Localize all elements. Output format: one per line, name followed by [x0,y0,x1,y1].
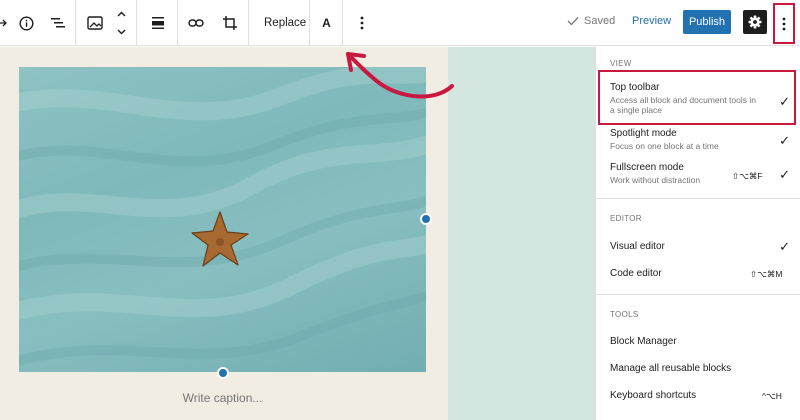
block-options-icon[interactable] [344,0,380,46]
menu-divider [596,294,800,295]
menu-item-manage-reusable-blocks[interactable]: Manage all reusable blocks [610,363,795,374]
menu-item-block-manager[interactable]: Block Manager [610,336,795,347]
link-crop-group [179,0,249,46]
saved-label: Saved [584,15,616,27]
align-group [138,0,178,46]
text-color-group: A [311,0,343,46]
block-switcher-group [77,0,137,46]
menu-item-label: Manage all reusable blocks [610,363,732,374]
replace-button[interactable]: Replace [250,0,320,46]
menu-item-label: Visual editor [610,241,665,252]
link-icon[interactable] [179,0,213,46]
saved-status: Saved [567,15,615,27]
vertical-ellipsis-icon [782,17,786,30]
list-view-icon[interactable] [44,0,72,46]
align-icon[interactable] [138,0,177,46]
settings-button[interactable] [743,10,767,34]
starfish-image-block[interactable] [19,67,426,372]
shortcut-label: ⇧⌥⌘M [750,269,783,279]
resize-handle-right[interactable] [420,213,432,225]
menu-divider [596,198,800,199]
menu-item-description: Focus on one block at a time [610,141,719,151]
shortcut-label: ^⌥H [762,391,782,401]
chevron-up-icon [117,11,125,17]
tools-section-title: TOOLS [610,310,639,319]
menu-item-description: Work without distraction [610,175,701,185]
checkmark-icon: ✓ [779,239,790,254]
editor-canvas-background [448,47,595,420]
block-options-group [344,0,380,46]
annotation-arrow-icon [346,52,454,99]
menu-item-fullscreen-mode[interactable]: Fullscreen mode Work without distraction [610,162,795,185]
move-up-down-control[interactable] [113,0,129,46]
menu-item-visual-editor[interactable]: Visual editor [610,241,795,252]
starfish-on-sand-photo [19,67,426,366]
info-icon[interactable] [8,0,44,46]
publish-button[interactable]: Publish [683,10,731,34]
checkmark-icon [567,17,579,26]
editor-section-title: EDITOR [610,214,642,223]
text-color-button[interactable]: A [311,0,342,46]
image-block-icon[interactable] [77,0,113,46]
checkmark-icon: ✓ [779,167,790,182]
annotation-highlight-box [598,70,796,125]
gear-icon [748,15,762,29]
chevron-down-icon [117,29,125,35]
editor-top-toolbar: Replace A Saved Preview Publish [0,0,800,46]
shortcut-label: ⇧⌥⌘F [732,171,763,181]
view-section-title: VIEW [610,59,632,68]
crop-icon[interactable] [213,0,247,46]
preview-button[interactable]: Preview [632,15,671,27]
caption-input[interactable]: Write caption... [19,391,426,405]
checkmark-icon: ✓ [779,133,790,148]
replace-group: Replace [250,0,310,46]
menu-item-label: Spotlight mode [610,128,677,139]
menu-item-label: Block Manager [610,336,677,347]
more-options-button[interactable] [773,3,795,44]
arrow-right-icon[interactable] [0,0,8,46]
menu-item-spotlight-mode[interactable]: Spotlight mode Focus on one block at a t… [610,128,795,151]
menu-item-label: Fullscreen mode [610,162,684,173]
resize-handle-bottom[interactable] [217,367,229,379]
block-tools-group [0,0,76,46]
